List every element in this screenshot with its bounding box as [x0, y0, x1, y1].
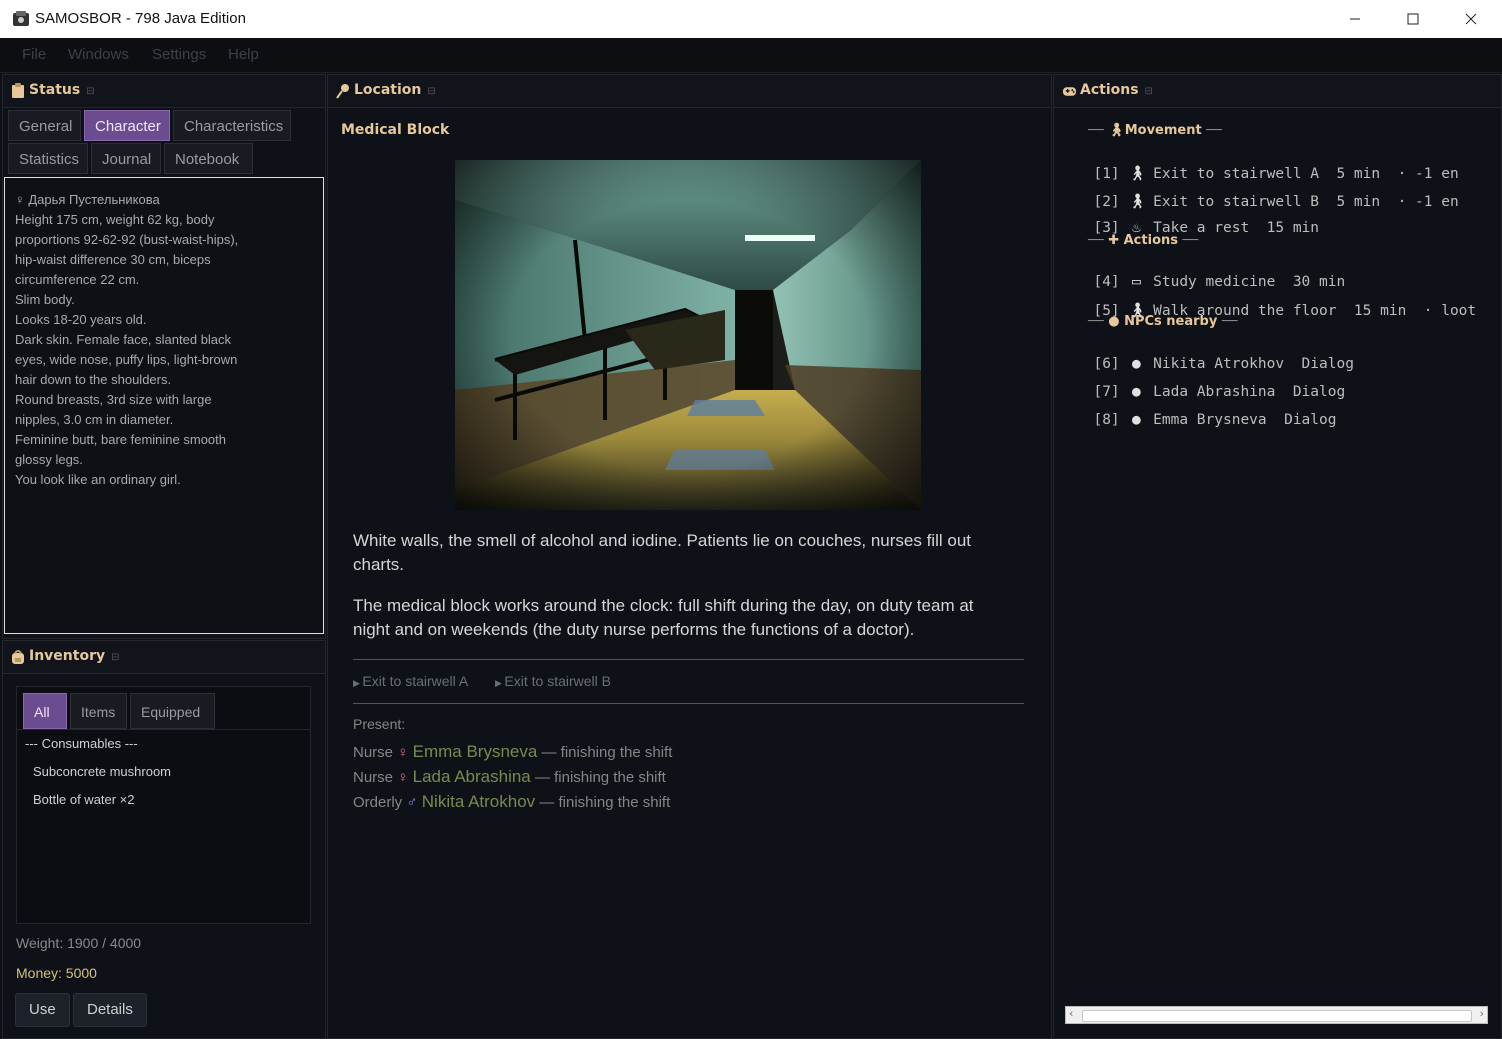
character-line: hip-waist difference 30 cm, biceps	[15, 252, 211, 267]
horizontal-scrollbar[interactable]: ‹ ›	[1065, 1006, 1488, 1024]
character-line: nipples, 3.0 cm in diameter.	[15, 412, 174, 427]
gamepad-icon: ✚	[1108, 233, 1120, 248]
actions-panel-title: Actions ⊟	[1080, 82, 1153, 98]
group-header-movement: ── 🚶︎Movement ──	[1088, 123, 1222, 138]
menu-file[interactable]: File	[22, 46, 46, 63]
present-npc-row: Nurse ♀ Lada Abrashina — finishing the s…	[353, 767, 666, 786]
pin-icon[interactable]: ⊟	[1145, 86, 1153, 97]
character-line: Height 175 cm, weight 62 kg, body	[15, 212, 215, 227]
pin-icon[interactable]: ⊟	[86, 86, 94, 97]
present-npc-row: Nurse ♀ Emma Brysneva — finishing the sh…	[353, 742, 673, 761]
status-panel-title: Status ⊟	[29, 82, 95, 98]
tab-journal[interactable]: Journal	[91, 143, 161, 174]
present-label: Present:	[353, 716, 406, 732]
maximize-button[interactable]	[1384, 0, 1442, 38]
menu-settings[interactable]: Settings	[152, 46, 206, 63]
pin-marker-icon	[336, 84, 349, 99]
exit-link-b[interactable]: ▶ Exit to stairwell B	[495, 673, 611, 689]
close-icon	[1465, 13, 1477, 25]
inventory-money: Money: 5000	[16, 965, 97, 981]
speech-icon: ●	[1132, 412, 1141, 428]
inv-tab-equipped[interactable]: Equipped	[130, 693, 215, 729]
scrollbar-thumb[interactable]	[1082, 1010, 1472, 1022]
tab-statistics[interactable]: Statistics	[8, 143, 88, 174]
inventory-item[interactable]: Bottle of water ×2	[33, 792, 135, 807]
clipboard-icon	[12, 83, 24, 98]
menu-help[interactable]: Help	[228, 46, 259, 63]
inventory-category-label: --- Consumables ---	[25, 736, 138, 751]
gamepad-icon	[1062, 87, 1077, 96]
maximize-icon	[1407, 13, 1419, 25]
action-row[interactable]: [3] ♨︎ Take a rest 15 min	[1076, 204, 1319, 236]
scroll-left-icon[interactable]: ‹	[1069, 1007, 1073, 1020]
character-line: glossy legs.	[15, 452, 83, 467]
exit-link-a[interactable]: ▶ Exit to stairwell A	[353, 673, 468, 689]
female-icon: ♀	[397, 769, 409, 786]
inventory-weight: Weight: 1900 / 4000	[16, 935, 142, 951]
character-line: Looks 18-20 years old.	[15, 312, 147, 327]
character-line: Slim body.	[15, 292, 75, 307]
inv-tab-all[interactable]: All	[23, 693, 67, 729]
window-title: SAMOSBOR - 798 Java Edition	[35, 10, 246, 27]
present-npc-row: Orderly ♂ Nikita Atrokhov — finishing th…	[353, 792, 671, 811]
menu-bar: File Windows Settings Help	[0, 38, 1502, 73]
character-line: Dark skin. Female face, slanted black	[15, 332, 232, 347]
action-row[interactable]: [8] ● Emma Brysneva Dialog	[1076, 396, 1336, 428]
menu-windows[interactable]: Windows	[68, 46, 129, 63]
location-description-2b: night and on weekends (the duty nurse pe…	[353, 620, 915, 639]
divider	[353, 659, 1024, 660]
minimize-icon	[1350, 18, 1360, 20]
triangle-right-icon: ▶	[353, 678, 363, 688]
backpack-icon	[12, 650, 24, 664]
character-line: You look like an ordinary girl.	[15, 472, 181, 487]
divider	[353, 703, 1024, 704]
character-line: hair down to the shoulders.	[15, 372, 172, 387]
npc-name-link[interactable]: Lada Abrashina	[413, 767, 531, 786]
location-image	[455, 160, 921, 510]
location-name: Medical Block	[341, 122, 450, 138]
pin-icon[interactable]: ⊟	[111, 652, 119, 663]
tab-characteristics[interactable]: Characteristics	[173, 110, 291, 141]
character-line: ♀ Дарья Пустельникова	[15, 192, 160, 207]
male-icon: ♂	[406, 794, 418, 811]
inventory-panel-header: Inventory ⊟	[3, 641, 325, 674]
inv-tab-items[interactable]: Items	[70, 693, 127, 729]
tab-general[interactable]: General	[8, 110, 81, 141]
close-button[interactable]	[1442, 0, 1500, 38]
triangle-right-icon: ▶	[495, 678, 505, 688]
character-line: eyes, wide nose, puffy lips, light-brown	[15, 352, 238, 367]
tab-notebook[interactable]: Notebook	[164, 143, 253, 174]
npc-name-link[interactable]: Emma Brysneva	[413, 742, 538, 761]
female-icon: ♀	[397, 744, 409, 761]
location-description-1b: charts.	[353, 555, 405, 574]
pin-icon[interactable]: ⊟	[427, 86, 435, 97]
details-button[interactable]: Details	[73, 993, 147, 1027]
group-header-actions: ── ✚ Actions ──	[1088, 233, 1199, 248]
scroll-right-icon[interactable]: ›	[1480, 1007, 1484, 1020]
inventory-item[interactable]: Subconcrete mushroom	[33, 764, 171, 779]
character-line: Feminine butt, bare feminine smooth	[15, 432, 226, 447]
speech-icon: ●	[1108, 314, 1120, 329]
location-description-1a: White walls, the smell of alcohol and io…	[353, 531, 971, 550]
location-panel-header: Location ⊟	[328, 75, 1051, 108]
minimize-button[interactable]	[1326, 0, 1384, 38]
tab-character[interactable]: Character	[84, 110, 170, 141]
use-button[interactable]: Use	[15, 993, 70, 1027]
status-panel-header: Status ⊟	[3, 75, 325, 108]
group-header-npcs: ── ● NPCs nearby ──	[1088, 314, 1238, 329]
app-icon	[13, 11, 29, 26]
npc-name-link[interactable]: Nikita Atrokhov	[422, 792, 535, 811]
window-titlebar: SAMOSBOR - 798 Java Edition	[0, 0, 1502, 39]
inventory-panel-title: Inventory ⊟	[29, 648, 120, 664]
location-description-2a: The medical block works around the clock…	[353, 596, 974, 615]
character-line: circumference 22 cm.	[15, 272, 140, 287]
character-description: ♀ Дарья Пустельникова Height 175 cm, wei…	[4, 177, 324, 634]
location-panel-title: Location ⊟	[354, 82, 436, 98]
actions-panel-header: Actions ⊟	[1054, 75, 1501, 108]
character-line: proportions 92-62-92 (bust-waist-hips),	[15, 232, 239, 247]
character-line: Round breasts, 3rd size with large	[15, 392, 212, 407]
walk-icon: 🚶︎	[1108, 123, 1125, 138]
